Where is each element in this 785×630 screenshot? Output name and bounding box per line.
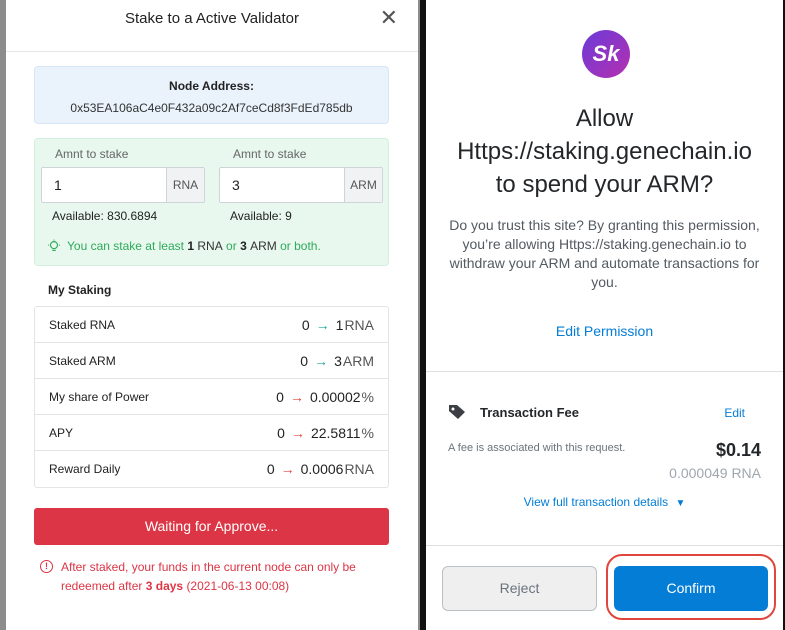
table-row: Staked ARM 0 → 3 ARM	[35, 343, 388, 379]
view-details-link[interactable]: View full transaction details ▼	[426, 495, 783, 509]
row-label: Reward Daily	[49, 462, 121, 476]
allow-title: Allow Https://staking.genechain.io to sp…	[426, 102, 783, 201]
edit-permission-link[interactable]: Edit Permission	[426, 323, 783, 339]
node-address-value: 0x53EA106aC4e0F432a09c2Af7ceCd8f3FdEd785…	[70, 101, 353, 115]
row-unit: %	[361, 388, 374, 405]
row-from: 0	[300, 352, 309, 369]
row-label: My share of Power	[49, 389, 150, 404]
row-unit: RNA	[344, 461, 374, 477]
site-logo: Sk	[582, 30, 630, 78]
rna-amount-input[interactable]: 1 RNA	[41, 167, 205, 203]
tag-icon	[449, 405, 465, 419]
allow-title-line1: Allow	[575, 105, 634, 132]
rna-unit-addon: RNA	[166, 168, 204, 202]
metamask-popup: Sk Allow Https://staking.genechain.io to…	[426, 0, 783, 630]
arm-amount-group: Amnt to stake 3 ARM Available: 9	[219, 147, 383, 223]
row-to: 3	[334, 352, 342, 369]
row-from: 0	[276, 388, 284, 405]
hint-prefix: You can stake at least	[67, 239, 184, 253]
waiting-approve-button[interactable]: Waiting for Approve...	[34, 508, 389, 545]
hint-min-arm: 3	[240, 239, 247, 253]
hint-suffix: or both.	[280, 239, 321, 253]
hint-min-rna: 1	[187, 239, 195, 253]
confirm-button[interactable]: Confirm	[614, 566, 768, 611]
warning-days: 3 days	[145, 579, 184, 593]
arrow-right-icon: →	[280, 461, 295, 477]
staking-table: Staked RNA 0 → 1 RNA Staked ARM 0 → 3 ARM My s…	[34, 306, 389, 488]
transaction-fee-header: Transaction Fee	[448, 404, 579, 420]
view-details-label: View full transaction details	[523, 495, 669, 509]
warning-date: (2021-06-13 00:08)	[186, 579, 290, 593]
table-row: Reward Daily 0 → 0.0006 RNA	[35, 451, 388, 487]
table-row: Staked RNA 0 → 1 RNA	[35, 307, 388, 343]
node-address-box: Node Address: 0x53EA106aC4e0F432a09c2Af7…	[34, 66, 389, 124]
row-label: Staked ARM	[49, 353, 116, 368]
hint-unit-rna: RNA	[197, 239, 223, 253]
action-bar: Reject Confirm	[426, 545, 783, 630]
arm-amount-label: Amnt to stake	[233, 147, 307, 161]
fee-note: A fee is associated with this request.	[448, 442, 626, 454]
row-from: 0	[301, 316, 310, 333]
transaction-fee-title: Transaction Fee	[480, 404, 579, 420]
row-label: Staked RNA	[49, 317, 116, 332]
arrow-right-icon: →	[289, 388, 304, 405]
rna-amount-group: Amnt to stake 1 RNA Available: 830.6894	[41, 147, 205, 223]
rna-amount-value[interactable]: 1	[42, 168, 166, 202]
allow-title-line2: Https://staking.genechain.io	[457, 138, 752, 165]
table-row: My share of Power 0 → 0.00002%	[35, 379, 388, 415]
table-row: APY 0 → 22.5811%	[35, 415, 388, 451]
stake-hint: You can stake at least 1 RNA or 3 ARM or…	[47, 239, 321, 253]
allow-description: Do you trust this site? By granting this…	[449, 217, 760, 290]
fee-usd: $0.14	[715, 440, 761, 460]
row-label: APY	[49, 425, 74, 440]
arrow-right-icon: →	[314, 352, 329, 369]
modal-title: Stake to a Active Validator	[125, 10, 299, 27]
node-address-label: Node Address:	[169, 79, 254, 93]
hint-unit-arm: ARM	[250, 239, 277, 253]
lightbulb-icon	[47, 239, 61, 251]
fee-rna: 0.000049 RNA	[669, 465, 761, 481]
exclamation-circle-icon: !	[40, 560, 53, 573]
my-staking-heading: My Staking	[48, 283, 112, 297]
arm-amount-input[interactable]: 3 ARM	[219, 167, 383, 203]
caret-down-icon: ▼	[675, 498, 686, 509]
row-unit: RNA	[344, 316, 374, 333]
row-unit: %	[361, 424, 374, 441]
modal-header: Stake to a Active Validator ✕	[6, 0, 418, 52]
row-from: 0	[266, 461, 275, 477]
divider	[426, 371, 783, 372]
fee-edit-link[interactable]: Edit	[724, 406, 745, 420]
stake-amount-panel: Amnt to stake 1 RNA Available: 830.6894 …	[34, 138, 389, 266]
arm-unit-addon: ARM	[344, 168, 382, 202]
rna-amount-label: Amnt to stake	[55, 147, 129, 161]
row-to: 0.0006	[300, 461, 344, 477]
hint-or: or	[226, 239, 237, 253]
arm-amount-value[interactable]: 3	[220, 168, 344, 202]
stake-modal: Stake to a Active Validator ✕ Node Addre…	[6, 0, 418, 630]
row-to: 1	[335, 316, 344, 333]
rna-available: Available: 830.6894	[52, 209, 158, 223]
row-to: 0.00002	[309, 388, 361, 405]
close-icon[interactable]: ✕	[380, 7, 398, 29]
row-from: 0	[277, 424, 285, 441]
reject-button[interactable]: Reject	[442, 566, 597, 611]
allow-title-line3: to spend your ARM?	[495, 171, 714, 198]
stake-warning: ! After staked, your funds in the curren…	[40, 558, 380, 596]
arrow-right-icon: →	[315, 316, 330, 333]
row-unit: ARM	[342, 352, 374, 369]
row-to: 22.5811	[310, 424, 361, 441]
arrow-right-icon: →	[290, 424, 305, 441]
arm-available: Available: 9	[230, 209, 292, 223]
